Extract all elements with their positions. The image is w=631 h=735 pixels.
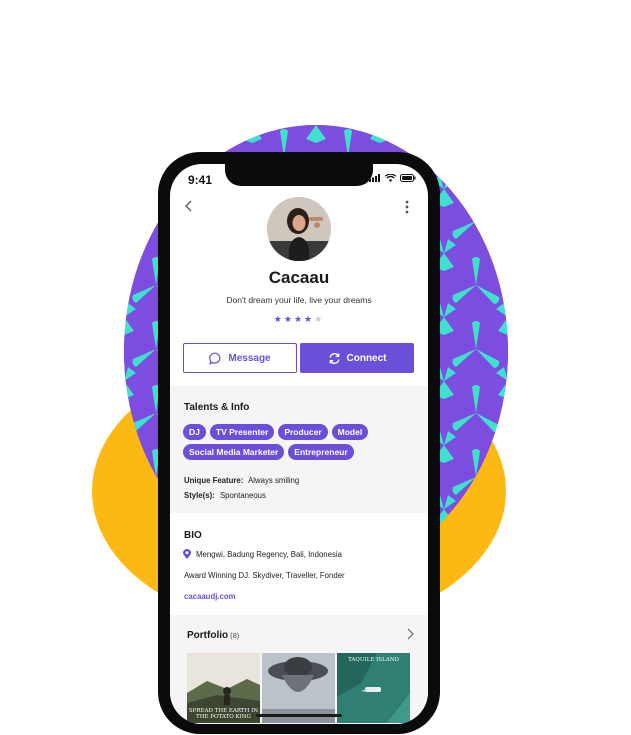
home-indicator: [256, 714, 342, 717]
phone-notch: [225, 164, 373, 186]
chevron-right-icon: [407, 628, 414, 640]
star-empty-icon: ★: [314, 314, 325, 324]
profile-name: Cacaau: [268, 268, 330, 287]
portfolio-thumbnails: SPREAD THE EARTH IN THE POTATO KING TAQU…: [187, 653, 410, 723]
location-row: Mengwi, Badung Regency, Bali, Indonesia: [183, 549, 342, 559]
phone-screen: 9:41 Cacaau Don't dream your life, live …: [170, 164, 428, 724]
refresh-icon: [329, 352, 339, 364]
message-button[interactable]: Message: [183, 343, 297, 373]
wifi-icon: [385, 174, 396, 182]
profile-tagline: Don't dream your life, live your dreams: [226, 295, 372, 305]
unique-feature-value: Always smiling: [248, 476, 300, 485]
unique-feature-row: Unique Feature: Always smiling: [184, 476, 299, 485]
more-options-button[interactable]: [404, 200, 410, 214]
bio-section: BIO Mengwi, Badung Regency, Bali, Indone…: [170, 515, 428, 613]
connect-button-label: Connect: [346, 352, 387, 364]
portfolio-item[interactable]: TAQUILE ISLAND: [337, 653, 410, 723]
website-link[interactable]: cacaaudj.com: [184, 592, 236, 601]
bio-description: Award Winning DJ. Skydiver, Traveller, F…: [184, 571, 345, 580]
more-vertical-icon: [405, 200, 409, 214]
star-icon: ★: [283, 314, 294, 324]
talent-chip[interactable]: Producer: [278, 424, 328, 440]
connect-button[interactable]: Connect: [300, 343, 414, 373]
portfolio-item-caption: TAQUILE ISLAND: [348, 657, 399, 663]
styles-value: Spontaneous: [219, 491, 266, 500]
portfolio-title: Portfolio (8): [187, 630, 239, 641]
talents-title: Talents & Info: [184, 402, 250, 413]
talent-chip[interactable]: Model: [331, 424, 369, 440]
battery-icon: [400, 174, 416, 182]
talents-section: Talents & Info DJ TV Presenter Producer …: [170, 386, 428, 513]
star-icon: ★: [304, 314, 315, 324]
signal-icon: [369, 174, 380, 182]
portfolio-see-all-button[interactable]: [406, 628, 414, 643]
back-button[interactable]: [184, 200, 194, 216]
talent-chip[interactable]: Social Media Marketer: [183, 444, 285, 460]
bio-title: BIO: [184, 530, 202, 541]
portfolio-title-text: Portfolio: [187, 630, 229, 641]
star-icon: ★: [273, 314, 284, 324]
portfolio-item[interactable]: [262, 653, 335, 723]
unique-feature-label: Unique Feature:: [184, 476, 244, 485]
status-icons: [369, 174, 416, 182]
star-icon: ★: [293, 314, 305, 324]
status-time: 9:41: [188, 173, 213, 187]
location-pin-icon: [183, 549, 191, 559]
portfolio-item[interactable]: SPREAD THE EARTH IN THE POTATO KING: [187, 653, 260, 723]
talent-chips: DJ TV Presenter Producer Model Social Me…: [183, 424, 423, 460]
location-text: Mengwi, Badung Regency, Bali, Indonesia: [196, 549, 342, 559]
talent-chip[interactable]: DJ: [183, 424, 206, 440]
portfolio-item-caption: SPREAD THE EARTH IN THE POTATO KING: [188, 708, 259, 720]
styles-label: Style(s):: [184, 491, 215, 500]
chevron-left-icon: [185, 200, 192, 212]
rating-stars: ★★★★★: [170, 314, 428, 325]
portfolio-count: (8): [230, 631, 240, 640]
avatar: [267, 197, 331, 261]
talent-chip[interactable]: TV Presenter: [209, 424, 275, 440]
portfolio-section: Portfolio (8) SPREAD THE EARTH IN THE POT…: [170, 615, 428, 724]
message-button-label: Message: [228, 352, 271, 364]
styles-row: Style(s): Spontaneous: [184, 491, 266, 500]
chat-bubble-icon: [209, 352, 221, 365]
talent-chip[interactable]: Entrepreneur: [288, 444, 354, 460]
